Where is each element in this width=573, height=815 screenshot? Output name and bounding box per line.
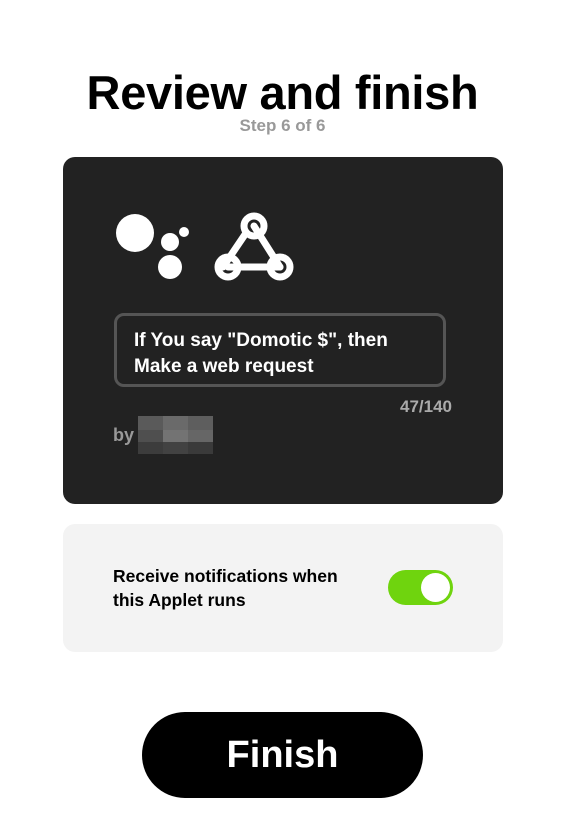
notification-settings-panel: Receive notifications when this Applet r… xyxy=(63,524,503,652)
by-label: by xyxy=(113,424,135,445)
applet-description-field[interactable]: If You say "Domotic $", then Make a web … xyxy=(114,313,446,387)
toggle-knob xyxy=(421,573,450,602)
google-assistant-icon xyxy=(116,214,189,279)
step-indicator: Step 6 of 6 xyxy=(239,116,326,135)
character-counter: 47/140 xyxy=(400,397,452,416)
finish-button[interactable]: Finish xyxy=(142,712,423,798)
notification-label: Receive notifications when this Applet r… xyxy=(113,566,338,610)
notifications-toggle[interactable] xyxy=(388,570,453,605)
author-byline: by xyxy=(113,415,214,455)
applet-description: If You say "Domotic $", then Make a web … xyxy=(134,330,388,377)
page-title: Review and finish xyxy=(86,66,479,120)
webhooks-icon xyxy=(214,212,294,281)
service-icons xyxy=(115,209,305,289)
applet-card: If You say "Domotic $", then Make a web … xyxy=(63,157,503,504)
author-avatar-redacted xyxy=(138,416,214,454)
